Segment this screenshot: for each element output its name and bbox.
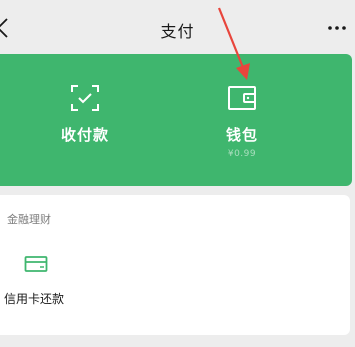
payment-card: 收付款 钱包 ¥0.99 — [0, 54, 352, 186]
page-title: 支付 — [160, 22, 195, 41]
credit-card-icon — [24, 256, 48, 272]
top-bar: 支付 — [0, 0, 355, 54]
section-title: 金融理财 — [7, 213, 51, 226]
money-code-label: 收付款 — [60, 126, 109, 144]
wallet-label: 钱包 — [225, 126, 258, 144]
scan-qr-icon — [71, 85, 99, 111]
more-options-icon[interactable] — [326, 24, 348, 32]
money-code-button[interactable]: 收付款 — [50, 84, 120, 145]
wallet-balance: ¥0.99 — [227, 149, 257, 159]
finance-section: 金融理财 信用卡还款 — [0, 195, 350, 335]
wallet-icon — [228, 86, 256, 110]
credit-card-repayment-label: 信用卡还款 — [4, 292, 65, 306]
wallet-button[interactable]: 钱包 ¥0.99 — [202, 84, 282, 159]
